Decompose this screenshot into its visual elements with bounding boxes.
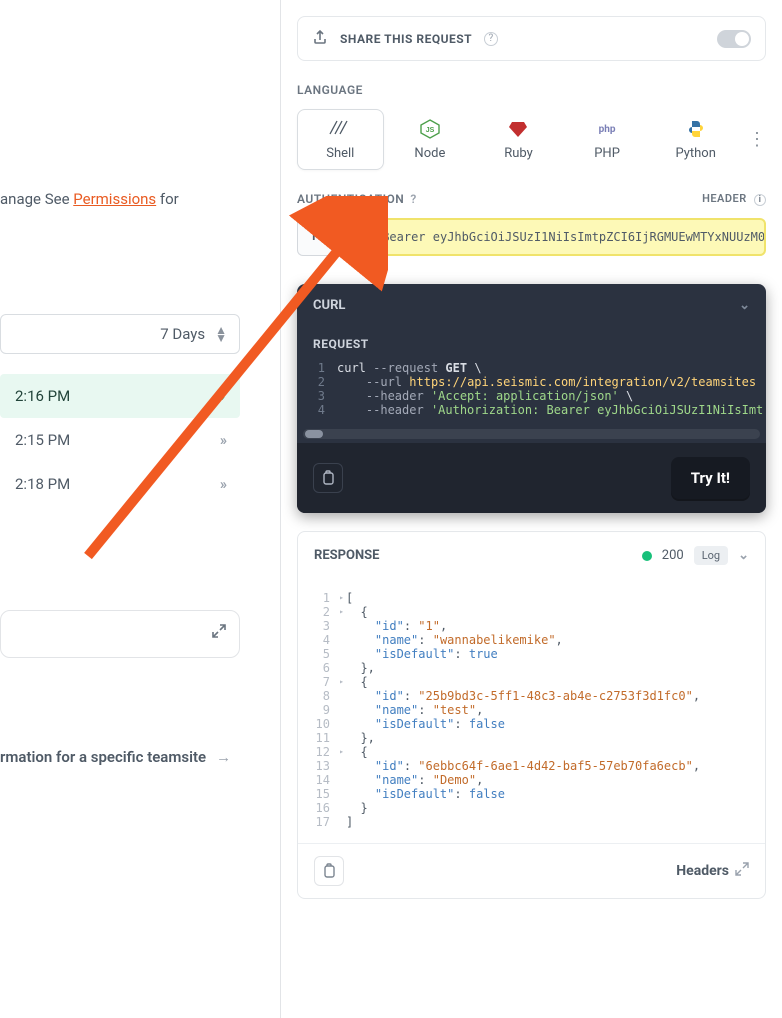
language-ruby[interactable]: Ruby [476, 110, 561, 169]
code-section-label: REQUEST [297, 327, 766, 361]
node-icon: JS [419, 118, 441, 140]
history-time: 2:15 PM [15, 431, 70, 449]
help-icon[interactable]: ? [410, 192, 416, 206]
php-icon: php [596, 118, 618, 140]
auth-header-input[interactable]: Bearer eyJhbGciOiJSUzI1NiIsImtpZCI6IjRGM… [368, 218, 766, 256]
language-label: Ruby [504, 146, 533, 161]
language-python[interactable]: Python [653, 110, 738, 169]
history-item[interactable]: 2:18 PM ›› [0, 462, 240, 506]
share-icon [312, 29, 328, 48]
history-item[interactable]: 2:16 PM › [0, 374, 240, 418]
more-languages-button[interactable]: ⋮ [742, 129, 766, 150]
updown-icon: ▲▼ [215, 326, 227, 342]
text-fragment: anage [0, 190, 41, 208]
expandable-card[interactable] [0, 610, 240, 658]
history-time: 2:16 PM [15, 387, 70, 405]
status-dot-icon [642, 551, 652, 561]
share-toggle[interactable] [717, 30, 751, 48]
chevron-right-icon: ›› [220, 475, 225, 493]
share-label: SHARE THIS REQUEST [340, 32, 472, 46]
expand-icon [211, 623, 227, 643]
headers-button[interactable]: Headers [676, 862, 749, 880]
copy-response-button[interactable] [314, 856, 344, 886]
language-label: Python [675, 146, 715, 161]
language-label: Shell [326, 146, 354, 161]
arrow-right-icon: → [216, 748, 231, 766]
info-icon[interactable]: i [754, 194, 766, 206]
chevron-right-icon: ›› [220, 431, 225, 449]
language-shell[interactable]: Shell [297, 109, 384, 170]
request-code-panel: CURL ⌄ REQUEST 1curl --request GET \2 --… [297, 284, 766, 513]
language-tabs: Shell JS Node Ruby php PHP Python ⋮ [297, 109, 766, 170]
section-title: LANGUAGE [297, 83, 363, 97]
language-label: PHP [594, 146, 620, 161]
text-fragment: See [41, 190, 73, 208]
code-language-title: CURL [313, 298, 345, 313]
horizontal-scrollbar[interactable] [303, 429, 760, 439]
language-node[interactable]: JS Node [388, 110, 473, 169]
text-fragment: for [156, 190, 179, 208]
copy-request-button[interactable] [313, 463, 343, 493]
chevron-right-icon: › [220, 387, 225, 405]
history-item[interactable]: 2:15 PM ›› [0, 418, 240, 462]
chevron-down-icon[interactable]: ⌄ [738, 548, 749, 563]
shell-icon [329, 118, 351, 140]
auth-mode-label: HEADER i [702, 192, 766, 206]
language-label: Node [414, 146, 445, 161]
response-body: 1▸[2▸ {3 "id": "1",4 "name": "wannabelik… [298, 579, 765, 843]
section-title: AUTHENTICATION [297, 192, 404, 206]
time-range-select[interactable]: 7 Days ▲▼ [0, 314, 240, 354]
history-time: 2:18 PM [15, 475, 70, 493]
svg-text:JS: JS [426, 127, 435, 134]
help-icon[interactable]: ? [484, 32, 498, 46]
ruby-icon [507, 118, 529, 140]
response-footer: Headers [298, 843, 765, 898]
page-left-panel: anage See Permissions for 7 Days ▲▼ 2:16… [0, 0, 280, 1018]
time-range-value: 7 Days [160, 325, 205, 343]
related-endpoint-label: rmation for a specific teamsite [0, 748, 206, 766]
auth-section-label: AUTHENTICATION ? HEADER i [297, 192, 766, 206]
history-list: 2:16 PM › 2:15 PM ›› 2:18 PM ›› [0, 374, 240, 506]
auth-header-row: Header Bearer eyJhbGciOiJSUzI1NiIsImtpZC… [297, 218, 766, 256]
log-chip[interactable]: Log [694, 546, 728, 565]
response-header: RESPONSE 200 Log ⌄ [298, 532, 765, 579]
status-code: 200 [662, 548, 684, 563]
related-endpoint-link[interactable]: rmation for a specific teamsite → [0, 748, 240, 766]
code-body: 1curl --request GET \2 --url https://api… [297, 361, 766, 423]
chevron-down-icon: ⌄ [739, 298, 750, 313]
language-section-label: LANGUAGE [297, 83, 766, 97]
python-icon [685, 118, 707, 140]
code-footer: Try It! [297, 443, 766, 513]
response-title: RESPONSE [314, 548, 379, 563]
permissions-link[interactable]: Permissions [73, 190, 156, 208]
code-panel-header[interactable]: CURL ⌄ [297, 284, 766, 327]
page-right-panel: SHARE THIS REQUEST ? LANGUAGE Shell JS N… [280, 0, 782, 1018]
expand-icon [735, 862, 749, 880]
share-request-bar: SHARE THIS REQUEST ? [297, 16, 766, 61]
headers-label: Headers [676, 863, 729, 879]
language-php[interactable]: php PHP [565, 110, 650, 169]
try-it-button[interactable]: Try It! [671, 457, 750, 499]
auth-type-button[interactable]: Header [297, 218, 368, 256]
response-panel: RESPONSE 200 Log ⌄ 1▸[2▸ {3 "id": "1",4 … [297, 531, 766, 899]
permissions-line: anage See Permissions for [0, 190, 280, 208]
